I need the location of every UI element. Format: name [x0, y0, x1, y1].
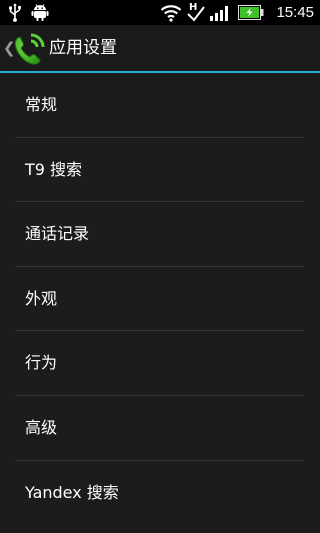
settings-item-appearance[interactable]: 外观 — [0, 267, 320, 332]
settings-item-advanced[interactable]: 高级 — [0, 396, 320, 461]
signal-icon — [210, 6, 228, 21]
usb-icon — [9, 3, 22, 22]
phone-icon[interactable] — [11, 31, 47, 67]
battery-charging-icon — [238, 5, 264, 20]
settings-item-label: 行为 — [25, 353, 58, 373]
settings-item-label: 外观 — [25, 288, 58, 308]
svg-text:H: H — [189, 2, 197, 13]
status-bar: H 15:45 — [0, 0, 320, 25]
settings-item-yandex-search[interactable]: Yandex 搜索 — [0, 461, 320, 526]
settings-item-behavior[interactable]: 行为 — [0, 331, 320, 396]
settings-item-t9-search[interactable]: T9 搜索 — [0, 138, 320, 203]
settings-item-label: T9 搜索 — [25, 159, 83, 179]
app-settings-screen: H 15:45 ❮ 应用设置 常规 T9 搜索 通话记录 外观 行为 高级 Ya… — [0, 0, 320, 533]
settings-list: 常规 T9 搜索 通话记录 外观 行为 高级 Yandex 搜索 — [0, 73, 320, 525]
settings-item-label: Yandex 搜索 — [25, 482, 119, 502]
android-debug-icon — [31, 4, 49, 21]
settings-item-general[interactable]: 常规 — [0, 73, 320, 138]
wifi-icon — [160, 5, 182, 22]
settings-item-label: 通话记录 — [25, 224, 90, 244]
status-time: 15:45 — [276, 4, 314, 21]
page-title: 应用设置 — [49, 38, 117, 58]
action-bar: ❮ 应用设置 — [0, 25, 320, 71]
network-h-icon: H — [187, 2, 205, 22]
settings-item-label: 高级 — [25, 417, 58, 437]
settings-item-call-log[interactable]: 通话记录 — [0, 202, 320, 267]
settings-item-label: 常规 — [25, 95, 58, 114]
